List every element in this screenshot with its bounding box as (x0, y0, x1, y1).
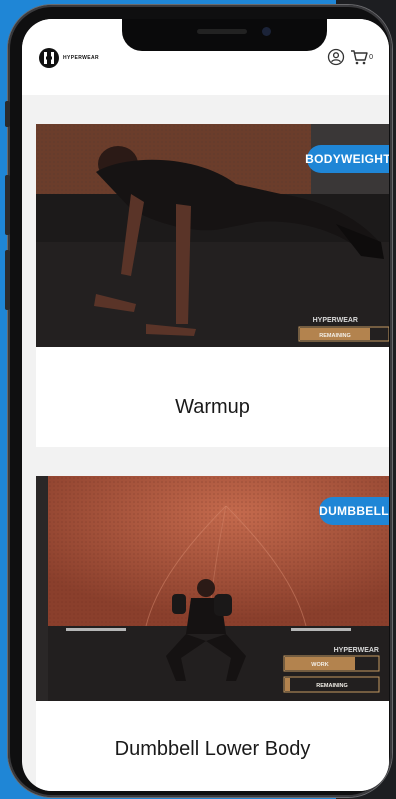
overlay-work-label: WORK (311, 662, 328, 668)
phone-frame: HYPERWEAR 0 HYPERWEAR REMAINING BODYWEIG… (5, 5, 392, 797)
speaker (197, 29, 247, 34)
front-camera (262, 27, 271, 36)
workout-title[interactable]: Dumbbell Lower Body (36, 738, 389, 761)
brand-name: HYPERWEAR (63, 55, 100, 61)
workout-card[interactable]: HYPERWEAR REMAINING BODYWEIGHT Warmup (36, 124, 389, 447)
volume-up-button (5, 175, 10, 235)
category-tag-label: BODYWEIGHT (305, 152, 389, 166)
phone-screen: HYPERWEAR 0 HYPERWEAR REMAINING BODYWEIG… (22, 19, 389, 791)
cart-count: 0 (369, 54, 373, 61)
account-icon[interactable] (327, 48, 345, 66)
overlay-remaining-fill (285, 678, 290, 691)
workout-video-thumbnail[interactable]: HYPERWEAR REMAINING BODYWEIGHT (36, 124, 389, 347)
workout-card[interactable]: HYPERWEAR WORK REMAINING DUMBBELL Dumbbe… (36, 476, 389, 791)
workout-video-thumbnail[interactable]: HYPERWEAR WORK REMAINING DUMBBELL (36, 476, 389, 701)
category-tag[interactable]: DUMBBELL (319, 497, 389, 525)
cart-icon (351, 50, 368, 65)
volume-down-button (5, 250, 10, 310)
workout-title[interactable]: Warmup (36, 396, 389, 419)
category-tag-label: DUMBBELL (319, 504, 389, 518)
hyperwear-logo-icon (39, 48, 59, 68)
overlay-remaining-label: REMAINING (319, 333, 350, 339)
overlay-remaining-label: REMAINING (316, 683, 347, 689)
mute-switch (5, 101, 10, 127)
brand-logo[interactable]: HYPERWEAR (38, 47, 99, 69)
video-overlay-brand: HYPERWEAR (334, 647, 379, 654)
video-overlay-brand: HYPERWEAR (313, 317, 358, 324)
category-tag[interactable]: BODYWEIGHT (305, 145, 389, 173)
cart-button[interactable]: 0 (350, 49, 373, 65)
notch (122, 19, 327, 51)
